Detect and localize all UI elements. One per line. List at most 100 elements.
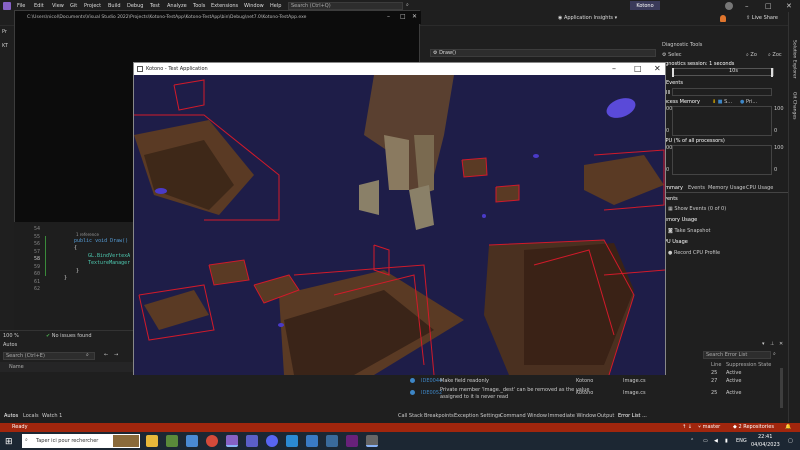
tab-cpu-usage[interactable]: CPU Usage xyxy=(746,186,773,191)
tab-memory-usage[interactable]: Memory Usage xyxy=(708,186,746,191)
table-row[interactable]: IDE0052 Private member 'Image._dest' can… xyxy=(395,387,788,401)
maximize-icon[interactable]: □ xyxy=(634,64,642,73)
zoom-out-button[interactable]: ⌕ Zoc xyxy=(768,53,782,58)
minecraft-icon[interactable] xyxy=(166,435,178,447)
battery-icon[interactable]: ▮ xyxy=(725,439,728,444)
left-tab-label[interactable]: Pr xyxy=(2,30,7,35)
autos-search-input[interactable]: Search (Ctrl+E) xyxy=(3,352,95,360)
timeline-ruler[interactable] xyxy=(672,68,774,76)
error-search-input[interactable]: Search Error List xyxy=(703,351,771,359)
render-viewport[interactable] xyxy=(134,75,665,375)
bell-icon[interactable]: 🔔 xyxy=(785,425,791,430)
store-icon[interactable] xyxy=(186,435,198,447)
clock-time[interactable]: 22:41 xyxy=(758,435,772,440)
minimize-icon[interactable]: – xyxy=(745,2,749,10)
table-row[interactable]: IDE0044 Make field readonly Kotono Image… xyxy=(395,377,788,385)
vscode-icon[interactable] xyxy=(286,435,298,447)
vs-preview-icon[interactable] xyxy=(346,435,358,447)
repositories-indicator[interactable]: ◆ 2 Repositories xyxy=(733,425,774,430)
visual-studio-icon[interactable] xyxy=(226,435,238,447)
issues-status[interactable]: ✔ No issues found xyxy=(46,334,92,339)
terminal-icon[interactable] xyxy=(306,435,318,447)
timeline-handle[interactable] xyxy=(672,68,674,77)
forward-arrow-icon[interactable]: → xyxy=(114,353,118,358)
tab-autos[interactable]: Autos xyxy=(4,414,18,419)
live-share-button[interactable]: ⇪ Live Share xyxy=(746,16,778,21)
discord-icon[interactable] xyxy=(266,435,278,447)
member-dropdown[interactable]: ⚙ Draw() xyxy=(430,49,656,57)
notifications-icon[interactable]: ▢ xyxy=(788,439,793,444)
close-icon[interactable]: ✕ xyxy=(779,342,783,347)
pause-icon[interactable]: III xyxy=(666,91,670,96)
left-tab-label-2[interactable]: KT xyxy=(2,44,8,49)
col-line[interactable]: Line xyxy=(711,363,721,368)
windows-start-icon[interactable]: ⊞ xyxy=(5,437,13,447)
tab-solution-explorer[interactable]: Solution Explorer xyxy=(791,40,797,79)
app-insights-button[interactable]: ◉ Application Insights ▾ xyxy=(558,16,617,21)
sync-arrows[interactable]: ↑ ↓ xyxy=(682,425,692,430)
pin-icon[interactable]: ⊥ xyxy=(770,342,774,347)
menu-debug[interactable]: Debug xyxy=(127,3,143,9)
close-icon[interactable]: ✕ xyxy=(654,64,661,73)
search-icon[interactable]: ⌕ xyxy=(773,352,776,357)
dropdown-arrow-icon[interactable]: ▾ xyxy=(762,342,765,347)
timeline-handle[interactable] xyxy=(771,68,773,77)
minimize-icon[interactable]: – xyxy=(387,13,390,20)
menu-file[interactable]: File xyxy=(17,3,25,9)
menu-view[interactable]: View xyxy=(52,3,64,9)
menu-test[interactable]: Test xyxy=(150,3,160,9)
teams-icon[interactable] xyxy=(246,435,258,447)
tab-git-changes[interactable]: Git Changes xyxy=(791,92,797,120)
language-indicator[interactable]: ENG xyxy=(736,439,747,444)
tab-exception-settings[interactable]: Exception Settings xyxy=(454,414,501,419)
menu-window[interactable]: Window xyxy=(244,3,264,9)
tab-watch-1[interactable]: Watch 1 xyxy=(42,414,62,419)
tab-output[interactable]: Output xyxy=(597,414,614,419)
branch-indicator[interactable]: ⑂ master xyxy=(698,425,720,430)
code-editor[interactable]: 54 55 56 57 58 59 60 61 62 1 reference p… xyxy=(14,222,134,330)
network-icon[interactable]: ▭ xyxy=(703,439,708,444)
record-cpu-button[interactable]: ● Record CPU Profile xyxy=(668,251,720,256)
tab-breakpoints[interactable]: Breakpoints xyxy=(424,414,454,419)
tab-immediate-window[interactable]: Immediate Window xyxy=(548,414,596,419)
search-input[interactable]: Search (Ctrl+Q) xyxy=(288,2,403,10)
tab-events[interactable]: Events xyxy=(688,186,705,191)
show-events-link[interactable]: ▦ Show Events (0 of 0) xyxy=(668,207,726,212)
menu-git[interactable]: Git xyxy=(70,3,77,9)
maximize-icon[interactable]: □ xyxy=(400,13,406,20)
menu-tools[interactable]: Tools xyxy=(193,3,205,9)
scrollbar[interactable] xyxy=(780,368,783,408)
tab-call-stack[interactable]: Call Stack xyxy=(398,414,423,419)
zoom-level[interactable]: 100 % xyxy=(3,334,19,339)
zoom-in-button[interactable]: ⌕ Zo xyxy=(746,53,757,58)
menu-edit[interactable]: Edit xyxy=(34,3,44,9)
col-name[interactable]: Name xyxy=(9,365,24,370)
back-arrow-icon[interactable]: ← xyxy=(104,353,108,358)
close-icon[interactable]: ✕ xyxy=(786,2,792,10)
minimize-icon[interactable]: – xyxy=(612,64,616,73)
menu-build[interactable]: Build xyxy=(108,3,121,9)
menu-extensions[interactable]: Extensions xyxy=(211,3,238,9)
menu-project[interactable]: Project xyxy=(84,3,101,9)
menu-help[interactable]: Help xyxy=(270,3,281,9)
col-suppression[interactable]: Suppression State xyxy=(726,363,771,368)
chrome-icon[interactable] xyxy=(206,435,218,447)
select-tools-button[interactable]: ⚙ Selec xyxy=(662,53,682,58)
kotono-app-icon[interactable] xyxy=(366,435,378,447)
tab-error-list[interactable]: Error List ... xyxy=(618,414,647,419)
maximize-icon[interactable]: □ xyxy=(765,2,772,10)
file-explorer-icon[interactable] xyxy=(146,435,158,447)
volume-icon[interactable]: ◀ xyxy=(714,439,718,444)
tab-command-window[interactable]: Command Window xyxy=(500,414,547,419)
avatar[interactable] xyxy=(725,2,733,10)
tab-locals[interactable]: Locals xyxy=(23,414,39,419)
search-icon[interactable]: ⌕ xyxy=(86,353,89,358)
app-icon[interactable] xyxy=(326,435,338,447)
clock-date[interactable]: 04/04/2023 xyxy=(751,443,780,448)
close-icon[interactable]: ✕ xyxy=(412,13,417,20)
take-snapshot-button[interactable]: ◙ Take Snapshot xyxy=(668,229,711,234)
menu-analyze[interactable]: Analyze xyxy=(167,3,187,9)
fire-icon[interactable] xyxy=(720,15,726,22)
tray-chevron-icon[interactable]: ⌃ xyxy=(690,439,694,444)
codelens-references[interactable]: 1 reference xyxy=(76,233,99,237)
